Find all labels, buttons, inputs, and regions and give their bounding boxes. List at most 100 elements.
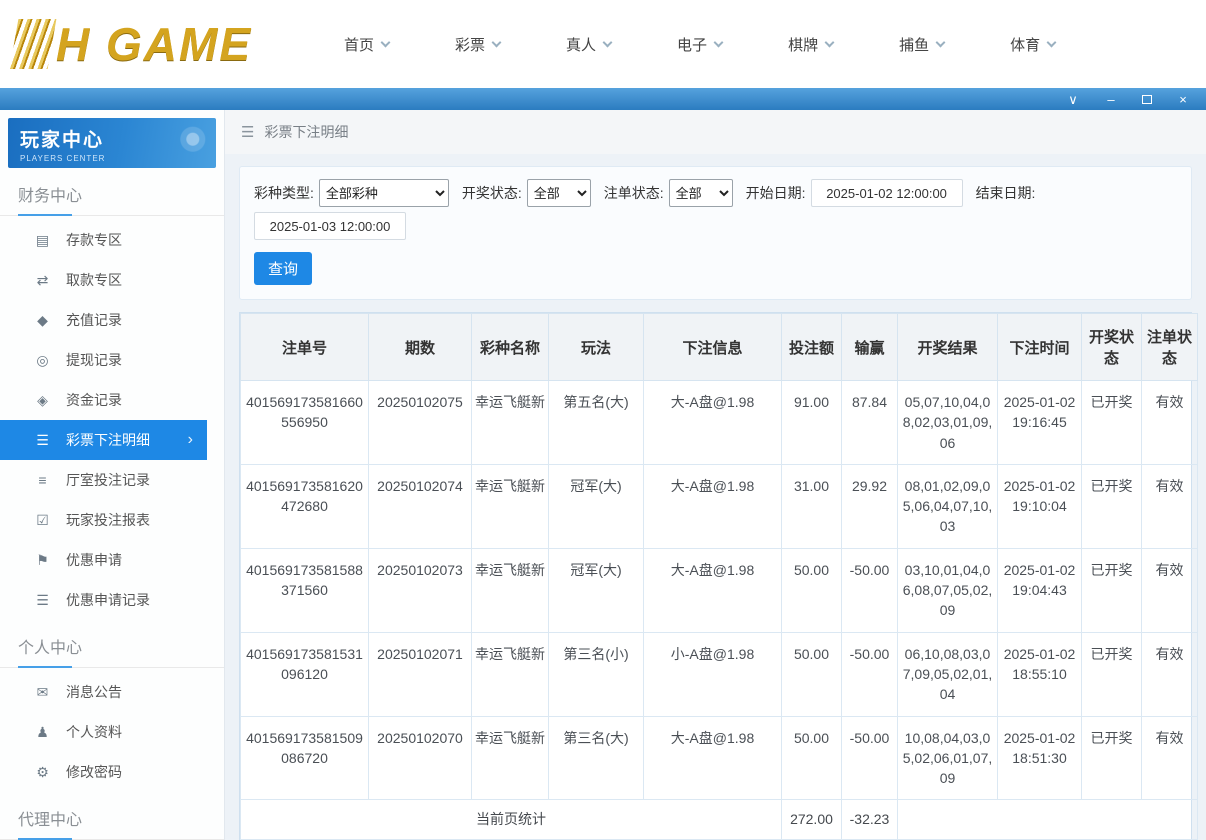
sidebar-item[interactable]: ☰ 优惠申请记录 xyxy=(0,580,224,620)
col-header-4: 玩法 xyxy=(548,313,644,381)
table-cell: 冠军(大) xyxy=(548,463,644,549)
table-cell: 401569173581620472680 xyxy=(240,463,369,549)
table-cell: -50.00 xyxy=(841,715,898,801)
lottery-bet-detail-icon: ☰ xyxy=(36,431,49,448)
table-cell: -50.00 xyxy=(841,631,898,717)
table-cell: 50.00 xyxy=(781,715,842,801)
sidebar-item-label: 取款专区 xyxy=(66,272,122,288)
nav-item-5[interactable]: 棋牌 xyxy=(788,34,835,55)
nav-item-4[interactable]: 电子 xyxy=(677,34,724,55)
sidebar-item[interactable]: ✉ 消息公告 xyxy=(0,672,224,712)
sidebar-item-label: 个人资料 xyxy=(66,724,122,740)
nav-item-label: 真人 xyxy=(566,36,597,54)
sidebar-item[interactable]: ⇄ 取款专区 xyxy=(0,260,224,300)
deposit-icon: ▤ xyxy=(35,231,50,248)
col-header-7: 输赢 xyxy=(841,313,898,381)
table-cell: 已开奖 xyxy=(1081,547,1142,633)
sidebar-item-label: 资金记录 xyxy=(66,392,122,408)
sidebar-item-label: 优惠申请记录 xyxy=(66,592,150,608)
chevron-down-icon xyxy=(602,37,613,47)
player-bet-report-icon: ☑ xyxy=(36,511,49,528)
draw-status-label: 开奖状态: xyxy=(461,185,522,201)
sidebar-item-label: 厅室投注记录 xyxy=(66,472,150,488)
sidebar-section-header: 财务中心 xyxy=(0,168,224,216)
nav-item-label: 棋牌 xyxy=(788,36,819,54)
profile-icon: ♟ xyxy=(36,723,49,740)
chevron-down-icon xyxy=(380,37,391,47)
table-cell: 大-A盘@1.98 xyxy=(643,380,782,465)
minimize-icon[interactable]: – xyxy=(1104,93,1118,106)
table-cell: 05,07,10,04,08,02,03,01,09,06 xyxy=(897,380,998,465)
nav-item-2[interactable]: 彩票 xyxy=(455,34,502,55)
bets-table: 注单号 期数 彩种名称 玩法 下注信息 投注额 输赢 开奖结果 下注时间 开奖状态 注单状态 401… xyxy=(240,313,1198,840)
search-button[interactable]: 查询 xyxy=(254,252,312,285)
chevron-down-icon xyxy=(713,37,724,47)
promo-apply-record-icon: ☰ xyxy=(36,591,49,608)
change-password-icon: ⚙ xyxy=(36,763,49,780)
table-cell: 2025-01-02 18:51:30 xyxy=(997,715,1082,801)
top-nav: H GAME 首页 彩票 真人 电子 棋牌 捕鱼 体育 xyxy=(0,0,1206,88)
page-title: 彩票下注明细 xyxy=(264,124,349,140)
sidebar-item[interactable]: ☰ 彩票下注明细 › xyxy=(0,420,207,460)
table-row: 401569173581588371560 20250102073 幸运飞艇新 冠军(… xyxy=(240,547,1198,633)
nav-item-3[interactable]: 真人 xyxy=(566,34,613,55)
maximize-icon[interactable] xyxy=(1142,94,1152,104)
lottery-type-select[interactable]: 全部彩种 xyxy=(318,179,449,207)
table-cell: 50.00 xyxy=(781,547,842,633)
end-date-input[interactable] xyxy=(254,212,406,240)
sidebar-item[interactable]: ♟ 个人资料 xyxy=(0,712,224,752)
bets-table-wrap: 注单号 期数 彩种名称 玩法 下注信息 投注额 输赢 开奖结果 下注时间 开奖状态 注单状态 401… xyxy=(239,312,1198,840)
col-header-10: 开奖状态 xyxy=(1081,313,1142,381)
sidebar-item[interactable]: ≡ 厅室投注记录 xyxy=(0,460,224,500)
hamburger-icon[interactable]: ☰ xyxy=(241,123,254,141)
chevron-down-icon[interactable]: ∨ xyxy=(1066,93,1080,106)
table-cell: 20250102074 xyxy=(368,463,472,549)
sidebar-item-label: 优惠申请 xyxy=(66,552,122,568)
sidebar-item[interactable]: ⚙ 修改密码 xyxy=(0,752,224,792)
table-cell: 幸运飞艇新 xyxy=(471,380,549,465)
start-date-input[interactable] xyxy=(810,179,963,207)
table-cell: 幸运飞艇新 xyxy=(471,631,549,717)
table-cell: 20250102071 xyxy=(368,631,472,717)
table-cell: 50.00 xyxy=(781,631,842,717)
table-cell: 小-A盘@1.98 xyxy=(643,631,782,717)
draw-status-select[interactable]: 全部 xyxy=(526,179,591,207)
table-cell: 29.92 xyxy=(841,463,898,549)
nav-item-7[interactable]: 体育 xyxy=(1010,34,1057,55)
sidebar-item[interactable]: ◎ 提现记录 xyxy=(0,340,224,380)
nav-item-label: 体育 xyxy=(1010,36,1041,54)
table-cell: 已开奖 xyxy=(1081,463,1142,549)
sidebar-item[interactable]: ⚑ 优惠申请 xyxy=(0,540,224,580)
table-row: 401569173581620472680 20250102074 幸运飞艇新 冠军(… xyxy=(240,463,1198,549)
sidebar-item[interactable]: ▤ 存款专区 xyxy=(0,220,224,260)
col-header-9: 下注时间 xyxy=(997,313,1082,381)
table-row: 401569173581531096120 20250102071 幸运飞艇新 第三名… xyxy=(240,631,1198,717)
close-icon[interactable]: × xyxy=(1176,93,1190,106)
table-cell: 第五名(大) xyxy=(548,380,644,465)
funds-record-icon: ◈ xyxy=(37,391,48,408)
start-date-label: 开始日期: xyxy=(745,185,806,201)
nav-item-6[interactable]: 捕鱼 xyxy=(899,34,946,55)
sidebar-item-label: 玩家投注报表 xyxy=(66,512,150,528)
table-cell: 401569173581509086720 xyxy=(240,715,369,801)
filter-panel: 彩种类型: 全部彩种 开奖状态: 全部 注单状态: 全部 开始日期: 2025-… xyxy=(239,166,1192,300)
order-status-label: 注单状态: xyxy=(603,185,664,201)
end-date-label: 结束日期: xyxy=(975,185,1036,201)
table-cell: 08,01,02,09,05,06,04,07,10,03 xyxy=(897,463,998,549)
order-status-select[interactable]: 全部 xyxy=(668,179,733,207)
logo: H GAME xyxy=(9,17,314,71)
table-cell: 20250102070 xyxy=(368,715,472,801)
main-area: ☰ 彩票下注明细 彩种类型: 全部彩种 开奖状态: 全部 注单状态: 全部 开始… xyxy=(225,110,1206,840)
lottery-type-label: 彩种类型: xyxy=(254,185,314,201)
table-cell: 2025-01-02 19:04:43 xyxy=(997,547,1082,633)
sidebar-item[interactable]: ◆ 充值记录 xyxy=(0,300,224,340)
sidebar-item[interactable]: ☑ 玩家投注报表 xyxy=(0,500,224,540)
logo-stripes-icon xyxy=(9,19,57,69)
sidebar-item[interactable]: ◈ 资金记录 xyxy=(0,380,224,420)
table-cell: 06,10,08,03,07,09,05,02,01,04 xyxy=(897,631,998,717)
nav-item-1[interactable]: 首页 xyxy=(344,34,391,55)
table-cell: 2025-01-02 19:10:04 xyxy=(997,463,1082,549)
table-cell: 20250102075 xyxy=(368,380,472,465)
breadcrumb: ☰ 彩票下注明细 xyxy=(225,110,1206,154)
table-body: 401569173581660556950 20250102075 幸运飞艇新 第五名… xyxy=(240,380,1198,840)
